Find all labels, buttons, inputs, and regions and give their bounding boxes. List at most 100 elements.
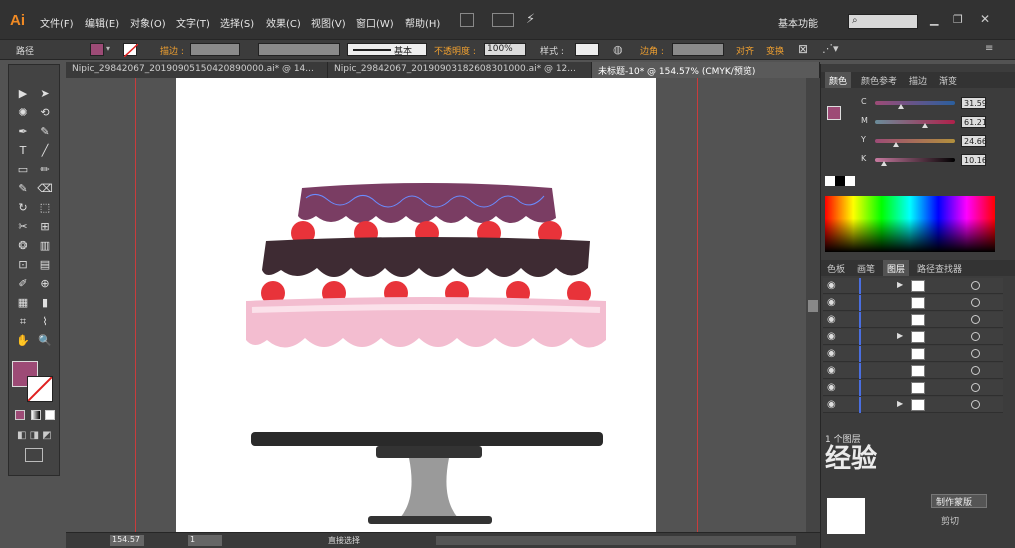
scroll-thumb[interactable] [808, 300, 818, 312]
tool-24-icon[interactable]: ⌗ [13, 313, 33, 331]
make-mask-button[interactable]: 制作蒙版 [931, 494, 987, 508]
layer-row[interactable]: ◉ ▶ [823, 397, 1003, 413]
layer-row[interactable]: ◉ ▶ [823, 278, 1003, 294]
workspace-switcher[interactable]: 基本功能 [778, 15, 818, 30]
target-icon[interactable] [971, 400, 980, 409]
none-mode-icon[interactable] [45, 410, 55, 420]
menu-window[interactable]: 窗口(W) [356, 15, 394, 30]
layer-row[interactable]: ◉ [823, 295, 1003, 311]
menu-help[interactable]: 帮助(H) [405, 15, 440, 30]
eye-icon[interactable]: ◉ [827, 397, 836, 413]
black-swatch[interactable] [835, 176, 845, 186]
draw-modes-icon[interactable]: ◧ ◨ ◩ [17, 430, 55, 442]
bridge-icon[interactable] [460, 13, 474, 27]
channel-c-value[interactable]: 31.59 [961, 97, 987, 109]
color-mode-icon[interactable] [15, 410, 25, 420]
align-link[interactable]: 对齐 [736, 44, 754, 57]
tab-swatches[interactable]: 色板 [823, 260, 849, 276]
minimize-icon[interactable]: ▁ [930, 13, 938, 26]
tool-13-icon[interactable]: ⬚ [35, 199, 55, 217]
tab-gradient[interactable]: 渐变 [935, 72, 961, 88]
menu-edit[interactable]: 编辑(E) [85, 15, 119, 30]
eye-icon[interactable]: ◉ [827, 346, 836, 362]
channel-c-slider[interactable] [875, 101, 955, 105]
target-icon[interactable] [971, 366, 980, 375]
target-icon[interactable] [971, 349, 980, 358]
transform-link[interactable]: 变换 [766, 44, 784, 57]
tool-3-icon[interactable]: ⟲ [35, 104, 55, 122]
color-spectrum[interactable] [825, 196, 995, 252]
eye-icon[interactable]: ◉ [827, 278, 836, 294]
none-swatch[interactable] [825, 176, 835, 186]
stroke-swatch[interactable] [123, 43, 139, 58]
tool-1-icon[interactable]: ➤ [35, 85, 55, 103]
eye-icon[interactable]: ◉ [827, 380, 836, 396]
layer-row[interactable]: ◉ ▶ [823, 329, 1003, 345]
tool-7-icon[interactable]: ╱ [35, 142, 55, 160]
tool-0-icon[interactable]: ▶ [13, 85, 33, 103]
tab-color-guide[interactable]: 颜色参考 [857, 72, 901, 88]
tool-5-icon[interactable]: ✎ [35, 123, 55, 141]
tool-12-icon[interactable]: ↻ [13, 199, 33, 217]
target-icon[interactable] [971, 315, 980, 324]
channel-m-slider[interactable] [875, 120, 955, 124]
tab-document-active[interactable]: 未标题-10* @ 154.57% (CMYK/预览) [592, 62, 820, 78]
target-icon[interactable] [971, 332, 980, 341]
tool-15-icon[interactable]: ⊞ [35, 218, 55, 236]
channel-c-handle[interactable] [898, 104, 905, 109]
eye-icon[interactable]: ◉ [827, 295, 836, 311]
tool-20-icon[interactable]: ✐ [13, 275, 33, 293]
close-icon[interactable]: ✕ [980, 12, 990, 26]
eye-icon[interactable]: ◉ [827, 312, 836, 328]
channel-m-value[interactable]: 61.21 [961, 116, 987, 128]
tool-26-icon[interactable]: ✋ [13, 332, 33, 350]
select-similar-icon[interactable]: ⋰▾ [822, 42, 839, 55]
layer-row[interactable]: ◉ [823, 312, 1003, 328]
tool-18-icon[interactable]: ⊡ [13, 256, 33, 274]
corner-field[interactable] [672, 43, 724, 56]
search-input[interactable] [848, 14, 918, 29]
tool-4-icon[interactable]: ✒ [13, 123, 33, 141]
channel-k-value[interactable]: 10.16 [961, 154, 987, 166]
channel-y-handle[interactable] [892, 142, 899, 147]
tool-2-icon[interactable]: ✺ [13, 104, 33, 122]
tab-document-2[interactable]: Nipic_29842067_20190903182608301000.ai* … [328, 62, 592, 78]
screen-mode-icon[interactable] [25, 448, 43, 462]
chevron-down-icon[interactable]: ▾ [106, 44, 110, 53]
layer-row[interactable]: ◉ [823, 346, 1003, 362]
menu-view[interactable]: 视图(V) [311, 15, 346, 30]
eye-icon[interactable]: ◉ [827, 363, 836, 379]
horizontal-scrollbar[interactable] [436, 536, 796, 545]
tab-document-1[interactable]: Nipic_29842067_20190905150420890000.ai* … [66, 62, 328, 78]
clip-checkbox[interactable]: 剪切 [941, 514, 959, 527]
recolor-icon[interactable]: ◍ [613, 43, 623, 56]
brush-select[interactable]: 基本 [347, 43, 427, 57]
menu-select[interactable]: 选择(S) [220, 15, 254, 30]
tool-23-icon[interactable]: ▮ [35, 294, 55, 312]
target-icon[interactable] [971, 383, 980, 392]
stroke-label[interactable]: 描边 : [160, 44, 184, 57]
channel-k-handle[interactable] [881, 161, 888, 166]
vertical-scrollbar[interactable] [806, 78, 820, 532]
white-swatch[interactable] [845, 176, 855, 186]
layer-row[interactable]: ◉ [823, 380, 1003, 396]
tab-pathfinder[interactable]: 路径查找器 [913, 260, 966, 276]
stroke-weight-field[interactable] [190, 43, 240, 56]
panel-menu-icon[interactable]: ≡ [985, 43, 993, 54]
cake-artwork[interactable] [66, 78, 806, 532]
tool-6-icon[interactable]: T [13, 142, 33, 160]
tab-color[interactable]: 颜色 [825, 72, 852, 88]
expand-arrow-icon[interactable]: ▶ [897, 331, 903, 340]
corner-label[interactable]: 边角 : [640, 44, 664, 57]
menu-type[interactable]: 文字(T) [176, 15, 210, 30]
opacity-label[interactable]: 不透明度 : [434, 44, 476, 57]
tool-21-icon[interactable]: ⊕ [35, 275, 55, 293]
opacity-field[interactable]: 100% [484, 43, 526, 56]
target-icon[interactable] [971, 281, 980, 290]
tab-brushes[interactable]: 画笔 [853, 260, 879, 276]
canvas[interactable] [66, 78, 806, 532]
tool-10-icon[interactable]: ✎ [13, 180, 33, 198]
tab-stroke[interactable]: 描边 [905, 72, 931, 88]
tool-16-icon[interactable]: ❂ [13, 237, 33, 255]
stroke-color-large[interactable] [27, 376, 53, 402]
